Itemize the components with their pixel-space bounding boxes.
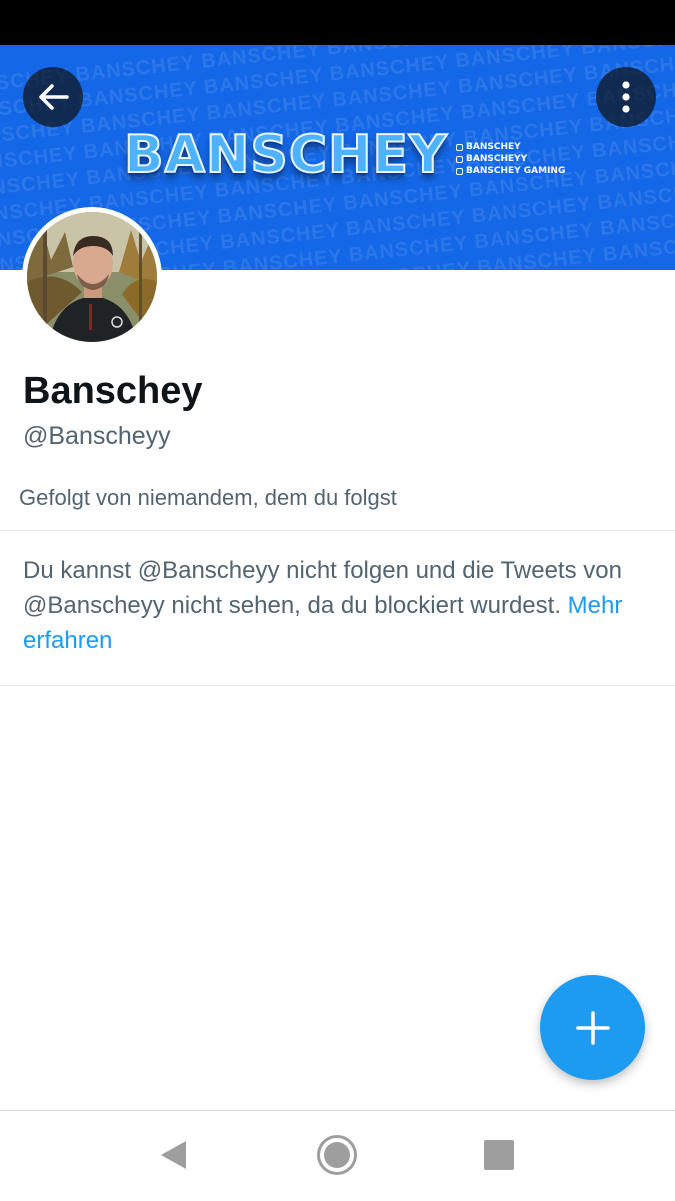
profile-display-name: Banschey xyxy=(23,370,203,412)
banner-social-youtube: BANSCHEY GAMING xyxy=(456,165,565,177)
banner-socials: BANSCHEY BANSCHEYY BANSCHEY GAMING xyxy=(456,141,565,177)
divider xyxy=(0,530,675,531)
banner-social-twitch: BANSCHEY xyxy=(456,141,565,153)
blocked-message: Du kannst @Banscheyy nicht folgen und di… xyxy=(23,557,622,619)
more-vertical-icon xyxy=(622,81,630,113)
status-bar xyxy=(0,0,675,45)
compose-tweet-button[interactable] xyxy=(540,975,645,1080)
banner-social-twitter: BANSCHEYY xyxy=(456,153,565,165)
twitter-icon xyxy=(456,155,463,163)
profile-avatar[interactable] xyxy=(22,207,162,347)
twitch-icon xyxy=(456,143,463,151)
square-recents-icon[interactable] xyxy=(484,1140,514,1170)
youtube-icon xyxy=(456,167,463,175)
banner-logo: BANSCHEY xyxy=(123,124,448,186)
back-button[interactable] xyxy=(23,67,83,127)
avatar-photo xyxy=(27,212,157,342)
profile-handle: @Banscheyy xyxy=(23,422,171,450)
plus-icon xyxy=(575,1010,610,1045)
followed-by-text[interactable]: Gefolgt von niemandem, dem du folgst xyxy=(19,485,397,511)
more-options-button[interactable] xyxy=(596,67,656,127)
divider xyxy=(0,685,675,686)
arrow-left-icon xyxy=(39,84,69,110)
circle-home-icon[interactable] xyxy=(316,1134,358,1176)
blocked-notice: Du kannst @Banscheyy nicht folgen und di… xyxy=(23,553,653,658)
triangle-back-icon[interactable] xyxy=(158,1138,188,1172)
